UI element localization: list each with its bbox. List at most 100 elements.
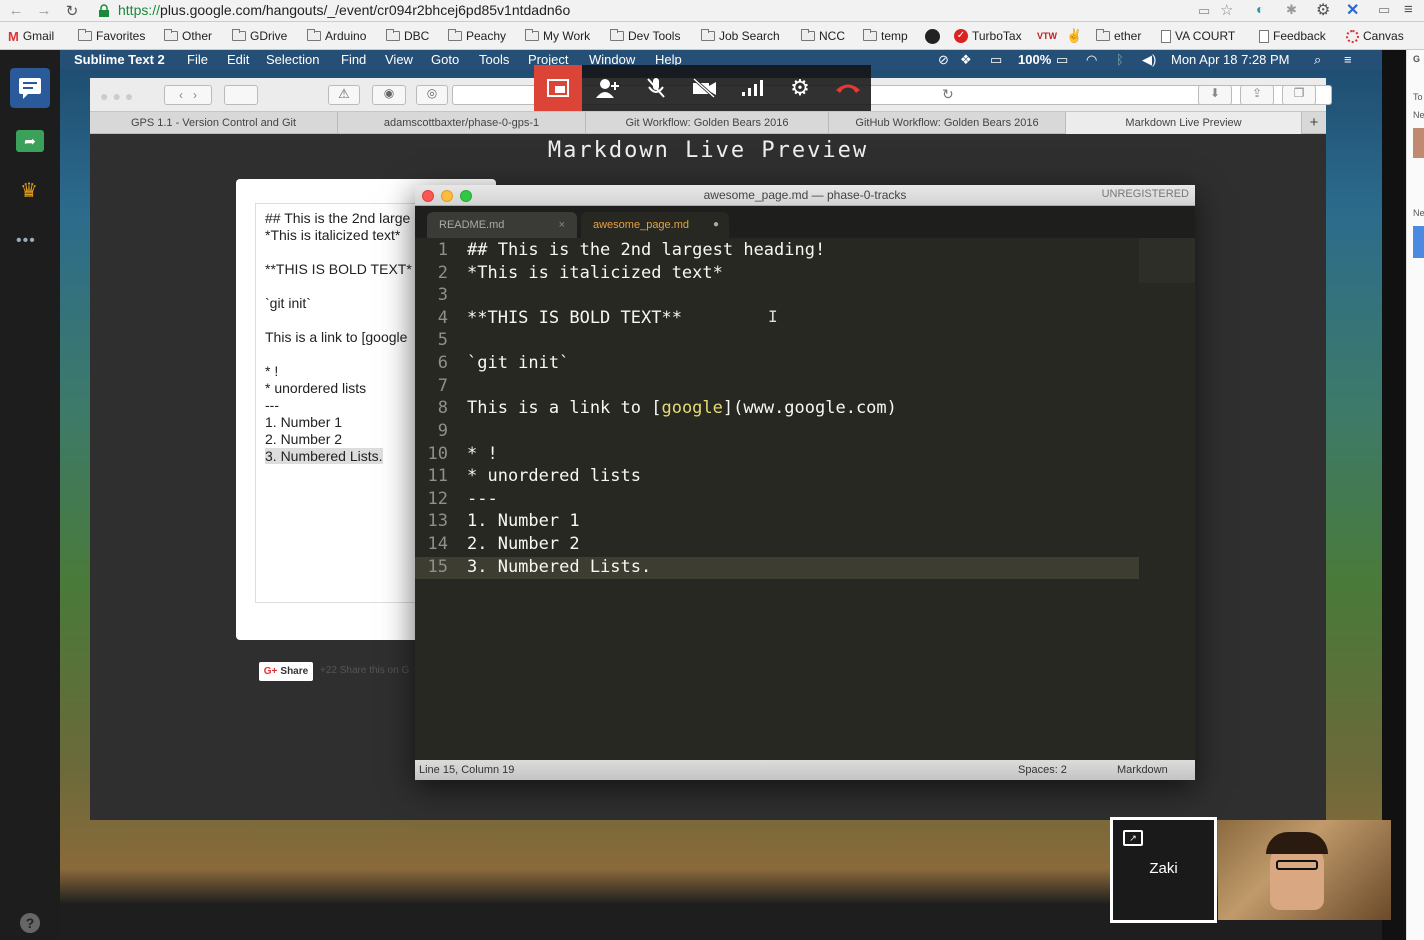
menu-file[interactable]: File <box>187 52 208 67</box>
reload-icon[interactable]: ↻ <box>62 2 82 20</box>
menu-icon[interactable]: ≡ <box>1404 1 1413 18</box>
volume-icon[interactable]: ◀) <box>1142 52 1156 68</box>
avatar[interactable] <box>1413 226 1424 258</box>
extension-icon[interactable]: ◎ <box>416 85 448 105</box>
bookmark-gmail[interactable]: M Gmail <box>8 28 54 44</box>
bookmark-label: ether <box>1114 29 1142 43</box>
bookmark-label: DBC <box>404 29 430 43</box>
new-tab-button[interactable]: + <box>1302 112 1326 134</box>
bookmark-temp[interactable]: temp <box>863 28 908 44</box>
back-icon[interactable]: ← <box>6 2 26 19</box>
canvas-icon <box>1346 29 1359 43</box>
window-controls[interactable]: ●●● <box>100 88 137 104</box>
download-icon[interactable]: ⬇ <box>1198 85 1232 105</box>
bookmark-arduino[interactable]: Arduino <box>307 28 366 44</box>
syntax-selector[interactable]: Markdown <box>1117 764 1168 776</box>
code-line: --- <box>467 489 498 509</box>
warning-icon[interactable]: ⚠ <box>328 85 360 105</box>
tab-gps[interactable]: GPS 1.1 - Version Control and Git <box>90 112 338 134</box>
bookmark-va-court[interactable]: VA COURT <box>1161 28 1235 44</box>
indentation-setting[interactable]: Spaces: 2 <box>1018 764 1067 776</box>
bookmark-feedback[interactable]: Feedback <box>1259 28 1326 44</box>
reload-icon[interactable]: ↻ <box>942 86 954 103</box>
settings-gear-icon[interactable]: ⚙ <box>776 65 824 111</box>
app-menu[interactable]: Sublime Text 2 <box>74 52 165 67</box>
markdown-textarea[interactable]: ## This is the 2nd large *This is italic… <box>255 203 435 603</box>
minimap[interactable] <box>1139 238 1195 283</box>
screenshare-icon[interactable]: ➦ <box>16 130 44 152</box>
menu-goto[interactable]: Goto <box>431 52 459 67</box>
more-apps-icon[interactable]: ••• <box>16 232 36 250</box>
cast-screen-icon[interactable]: ▭ <box>1378 2 1390 18</box>
menu-find[interactable]: Find <box>341 52 366 67</box>
cast-icon[interactable]: ▭ <box>1198 3 1210 19</box>
tab-markdown-preview[interactable]: Markdown Live Preview <box>1066 112 1302 134</box>
url-field[interactable]: https://plus.google.com/hangouts/_/event… <box>118 2 570 18</box>
hang-up-button[interactable] <box>824 65 872 111</box>
notification-center-icon[interactable]: ≡ <box>1344 52 1352 67</box>
clock[interactable]: Mon Apr 18 7:28 PM <box>1171 52 1290 67</box>
unsaved-dot-icon[interactable]: ● <box>713 212 719 238</box>
participant-tile-zaki[interactable]: ↗ Zaki <box>1110 817 1217 923</box>
bookmark-peachy[interactable]: Peachy <box>448 28 506 44</box>
spotlight-search-icon[interactable]: ⌕ <box>1314 52 1321 68</box>
ublock-icon[interactable]: ◉ <box>372 85 406 105</box>
forward-icon[interactable]: → <box>34 2 54 19</box>
extension-icon[interactable]: ◐ <box>1256 1 1264 17</box>
bookmark-turbotax[interactable]: ✓ TurboTax <box>954 28 1022 44</box>
bookmark-label: Canvas <box>1363 29 1404 43</box>
bookmark-symbol[interactable]: ✌ <box>1066 28 1082 44</box>
avatar[interactable] <box>1413 128 1424 158</box>
wifi-icon[interactable]: ◠ <box>1086 52 1097 68</box>
sync-icon[interactable]: ⊘ <box>938 52 949 68</box>
dropbox-icon[interactable]: ❖ <box>960 52 972 68</box>
github-bookmark[interactable] <box>925 28 940 44</box>
menu-view[interactable]: View <box>385 52 413 67</box>
effects-icon[interactable]: ♛ <box>20 178 38 203</box>
bookmark-favorites[interactable]: Favorites <box>78 28 145 44</box>
x-extension-icon[interactable]: ✕ <box>1346 0 1359 20</box>
sidebar-toggle[interactable] <box>224 85 258 105</box>
code-editor[interactable]: I 1 ## This is the 2nd largest heading! … <box>415 238 1195 760</box>
tabs-overview-icon[interactable]: ❐ <box>1282 85 1316 105</box>
invite-people-button[interactable] <box>584 65 632 111</box>
airplay-icon[interactable]: ▭ <box>990 52 1002 68</box>
battery-icon[interactable]: ▭ <box>1056 52 1068 68</box>
back-forward-buttons[interactable]: ‹ › <box>164 85 212 105</box>
bookmark-dev-tools[interactable]: Dev Tools <box>610 28 680 44</box>
menu-tools[interactable]: Tools <box>479 52 509 67</box>
bookmark-label: Feedback <box>1273 29 1326 43</box>
close-tab-icon[interactable]: × <box>559 212 565 238</box>
tab-github-repo[interactable]: adamscottbaxter/phase-0-gps-1 <box>338 112 586 134</box>
tab-readme[interactable]: README.md × <box>427 212 577 238</box>
participant-video-feed[interactable] <box>1218 820 1391 920</box>
gplus-share-button[interactable]: G+ Share <box>259 662 313 681</box>
bookmark-gdrive[interactable]: GDrive <box>232 28 287 44</box>
tab-git-workflow[interactable]: Git Workflow: Golden Bears 2016 <box>586 112 829 134</box>
tab-awesome-page[interactable]: awesome_page.md ● <box>581 212 729 238</box>
bandwidth-button[interactable] <box>728 65 776 111</box>
chat-icon[interactable] <box>10 68 50 108</box>
tab-github-workflow[interactable]: GitHub Workflow: Golden Bears 2016 <box>829 112 1066 134</box>
bookmark-job-search[interactable]: Job Search <box>701 28 780 44</box>
bookmark-ether[interactable]: ether <box>1096 28 1141 44</box>
bookmark-my-work[interactable]: My Work <box>525 28 590 44</box>
bookmark-other[interactable]: Other <box>164 28 212 44</box>
bug-extension-icon[interactable]: ✱ <box>1286 2 1297 18</box>
menu-edit[interactable]: Edit <box>227 52 249 67</box>
share-icon[interactable]: ⇪ <box>1240 85 1274 105</box>
bookmark-canvas[interactable]: Canvas <box>1346 28 1404 44</box>
star-icon[interactable]: ☆ <box>1220 1 1233 19</box>
bookmark-dbc[interactable]: DBC <box>386 28 429 44</box>
bluetooth-icon[interactable]: ᛒ <box>1116 52 1124 67</box>
gear-icon[interactable]: ⚙ <box>1316 0 1330 20</box>
code-line: `git init` <box>467 353 570 373</box>
bookmark-vtw[interactable]: VTW <box>1037 28 1057 44</box>
mute-microphone-button[interactable] <box>632 65 680 111</box>
help-icon[interactable]: ? <box>20 913 40 933</box>
participants-panel: G To Ne Ne <box>1406 50 1424 940</box>
menu-selection[interactable]: Selection <box>266 52 319 67</box>
turn-off-camera-button[interactable] <box>680 65 728 111</box>
bookmark-ncc[interactable]: NCC <box>801 28 845 44</box>
screenshare-toggle-button[interactable] <box>534 65 582 111</box>
